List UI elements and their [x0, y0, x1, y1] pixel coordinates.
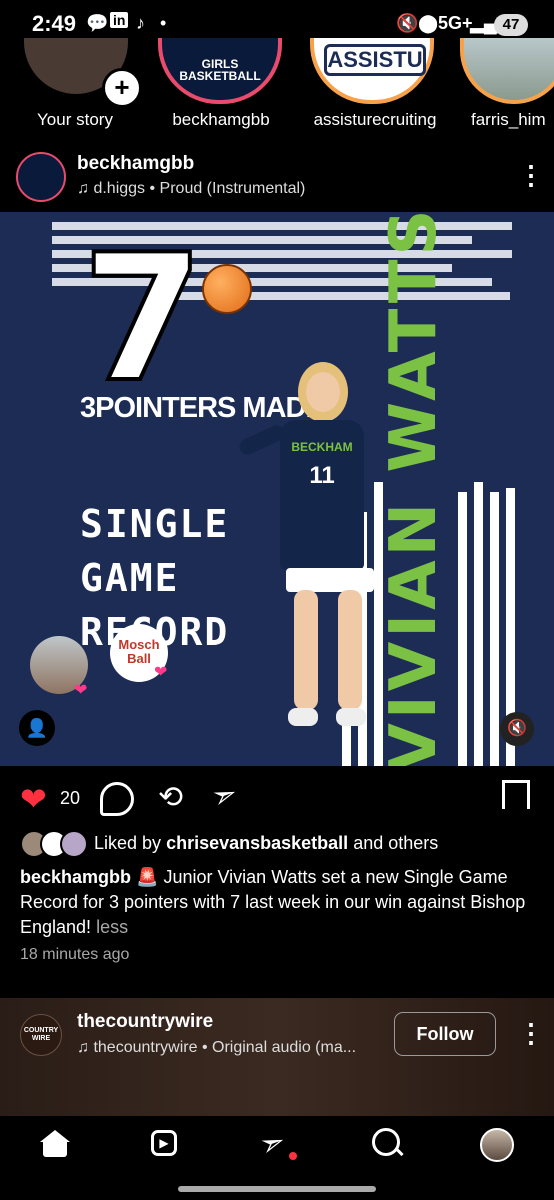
mute-icon: 🔇 — [396, 13, 419, 33]
mute-toggle-icon[interactable]: 🔇 — [500, 712, 534, 746]
next-post-avatar[interactable]: COUNTRY WIRE — [20, 1014, 62, 1056]
music-note-icon: ♫ — [77, 1039, 94, 1056]
liker-avatars[interactable] — [20, 830, 90, 858]
story-inner-text: GIRLS BASKETBALL — [179, 57, 261, 83]
status-time: 2:49 — [32, 11, 77, 36]
dot-icon: • — [160, 13, 167, 33]
jersey-text: BECKHAM — [291, 440, 353, 454]
story-ring: ASSISTU — [310, 38, 434, 104]
heart-icon: ❤ — [74, 682, 88, 699]
decor-bar — [458, 492, 467, 766]
linkedin-icon: in — [110, 12, 129, 28]
share-icon[interactable]: ➣ — [207, 775, 243, 816]
caption-username[interactable]: beckhamgbb — [20, 867, 131, 887]
gesture-handle[interactable] — [178, 1186, 376, 1192]
profile-avatar[interactable] — [480, 1128, 514, 1162]
decor-bar — [490, 492, 499, 766]
story-label: assisturecruiting — [313, 110, 437, 129]
tiktok-icon: ♪ — [136, 13, 145, 33]
story-beckhamgbb[interactable]: GIRLS BASKETBALL beckhamgbb — [158, 38, 288, 138]
next-post-audio[interactable]: ♫ thecountrywire • Original audio (ma... — [77, 1039, 356, 1057]
story-your-story[interactable]: + Your story — [10, 38, 142, 138]
record-number: 7 — [80, 218, 206, 421]
jersey-number: 11 — [309, 462, 335, 489]
player-shorts — [286, 568, 374, 592]
player-shoe — [288, 708, 318, 726]
player-photo: BECKHAM 11 — [236, 362, 380, 742]
story-assisturecruiting[interactable]: ASSISTU assisturecruiting — [310, 38, 440, 138]
liker-avatar — [60, 830, 88, 858]
record-line: GAME — [80, 556, 180, 600]
stories-tray: + Your story GIRLS BASKETBALL beckhamgbb… — [0, 38, 554, 138]
direct-icon[interactable]: ➣ — [255, 1123, 291, 1164]
story-farris-him[interactable]: farris_him — [460, 38, 554, 138]
post-caption: beckhamgbb 🚨 Junior Vivian Watts set a n… — [20, 865, 540, 940]
story-ring — [460, 38, 554, 104]
reels-icon[interactable]: ▶ — [151, 1130, 177, 1156]
caption-less-link[interactable]: less — [96, 917, 128, 937]
decor-bar — [474, 482, 483, 766]
like-count[interactable]: 20 — [60, 788, 80, 809]
post-image[interactable]: 7 3POINTERS MADE SINGLE GAME RECORD BECK… — [0, 212, 554, 766]
follow-button[interactable]: Follow — [394, 1012, 496, 1056]
story-label: Your story — [37, 110, 113, 129]
player-face — [306, 372, 340, 412]
player-leg — [338, 590, 362, 710]
repost-icon[interactable]: ⟲ — [158, 780, 183, 815]
player-name: VIVIAN WATTS — [377, 212, 451, 766]
story-inner-text: ASSISTU — [324, 44, 426, 76]
liked-by-user[interactable]: chrisevansbasketball — [166, 833, 348, 853]
story-label: beckhamgbb — [172, 110, 270, 129]
tags-person-icon[interactable]: 👤 — [19, 710, 55, 746]
notification-dot — [289, 1152, 297, 1160]
battery-badge: 47 — [494, 14, 528, 36]
heart-icon: ❤ — [154, 664, 168, 681]
more-options-icon[interactable]: ⋮ — [518, 1018, 544, 1049]
post-avatar[interactable] — [16, 152, 66, 202]
post-timestamp: 18 minutes ago — [20, 946, 130, 963]
add-story-icon[interactable]: + — [102, 68, 142, 108]
basketball-icon — [202, 264, 252, 314]
player-jersey: BECKHAM 11 — [280, 420, 364, 570]
comment-icon[interactable] — [100, 782, 134, 816]
music-note-icon: ♫ — [77, 180, 94, 197]
like-button[interactable]: ❤ — [20, 780, 47, 818]
record-line: SINGLE — [80, 502, 230, 546]
home-icon[interactable] — [40, 1130, 70, 1157]
story-label: farris_him — [471, 110, 546, 129]
search-icon[interactable] — [372, 1128, 400, 1156]
story-ring: GIRLS BASKETBALL — [158, 38, 282, 104]
heart-filled-icon: ❤ — [20, 781, 47, 817]
location-icon: ⬤ — [418, 13, 439, 33]
network-label: 5G+ — [438, 13, 473, 33]
next-audio-label: thecountrywire • Original audio (ma... — [93, 1039, 357, 1056]
post-audio[interactable]: ♫ d.higgs • Proud (Instrumental) — [77, 180, 305, 198]
liked-by[interactable]: Liked by chrisevansbasketball and others — [94, 833, 438, 854]
liked-by-suffix: and others — [353, 833, 439, 853]
message-icon: 💬 — [86, 13, 109, 33]
post-username[interactable]: beckhamgbb — [77, 153, 194, 175]
audio-label: d.higgs • Proud (Instrumental) — [93, 180, 306, 197]
player-name-text: VIVIAN WATTS — [377, 212, 451, 766]
player-leg — [294, 590, 318, 710]
more-options-icon[interactable]: ⋮ — [518, 160, 544, 191]
next-post-username[interactable]: thecountrywire — [77, 1011, 213, 1033]
bookmark-icon[interactable] — [502, 780, 530, 809]
liked-by-prefix: Liked by — [94, 833, 162, 853]
player-shoe — [336, 708, 366, 726]
